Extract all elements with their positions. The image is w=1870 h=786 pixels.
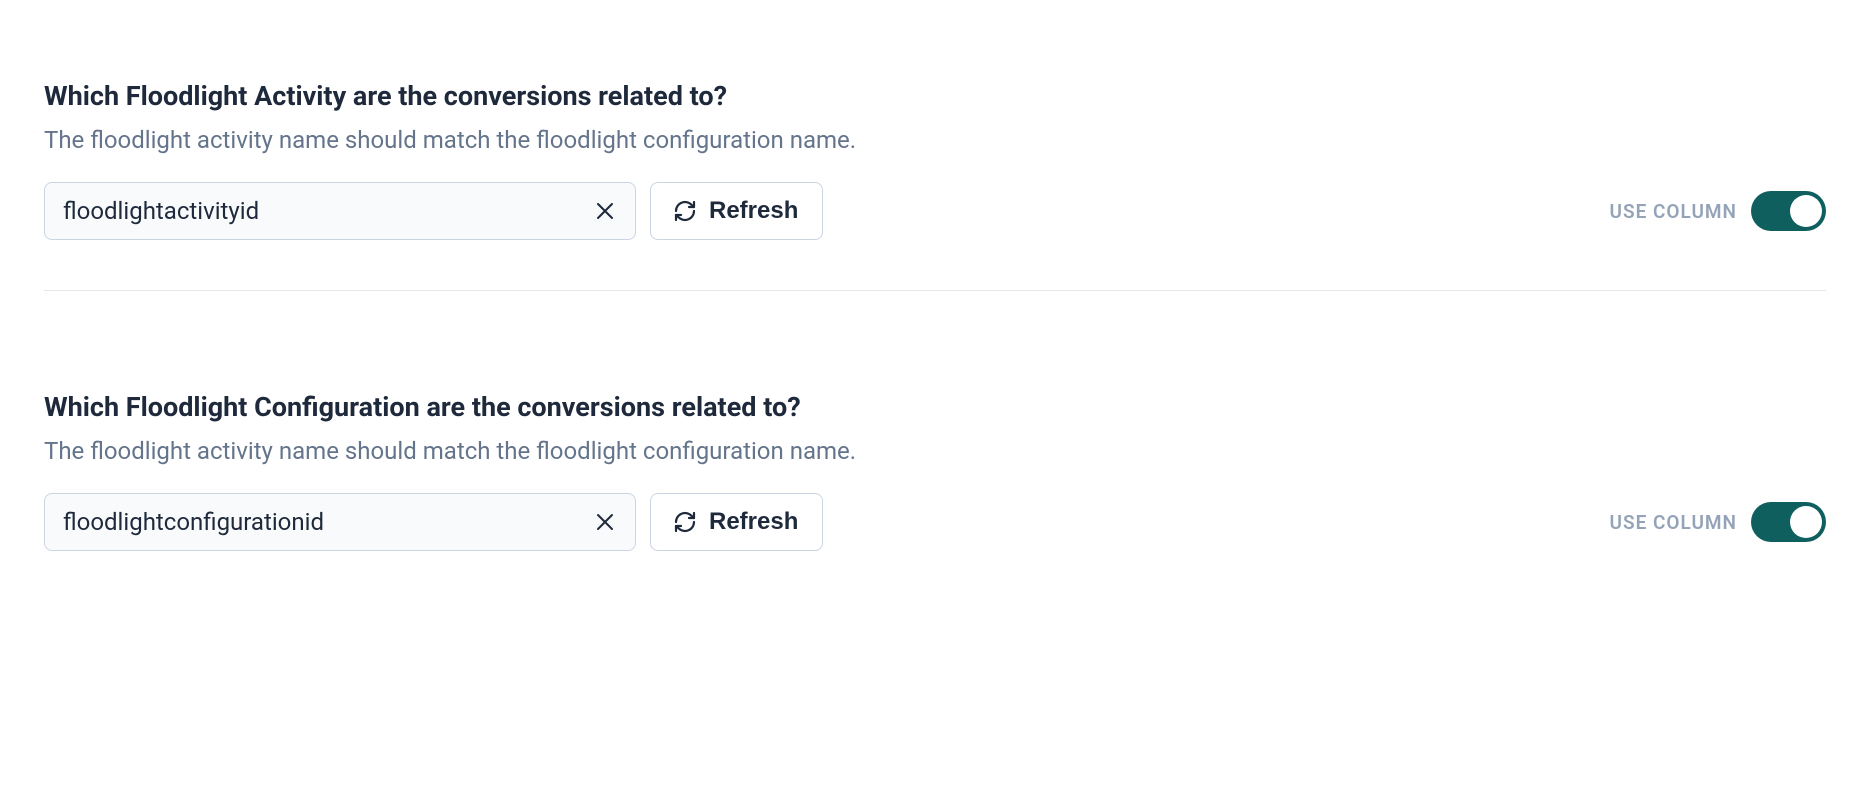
toggle-knob (1790, 506, 1822, 538)
floodlight-activity-section: Which Floodlight Activity are the conver… (44, 80, 1826, 290)
toggle-knob (1790, 195, 1822, 227)
select-value: floodlightconfigurationid (63, 508, 593, 536)
section-subtext: The floodlight activity name should matc… (44, 126, 1826, 154)
divider (44, 290, 1826, 291)
select-value: floodlightactivityid (63, 197, 593, 225)
controls-row: floodlightactivityid Refresh USE COLUMN (44, 182, 1826, 240)
floodlight-configuration-select[interactable]: floodlightconfigurationid (44, 493, 636, 551)
use-column-toggle[interactable] (1751, 502, 1826, 542)
controls-row: floodlightconfigurationid Refresh USE CO… (44, 493, 1826, 551)
toggle-label: USE COLUMN (1610, 511, 1738, 534)
refresh-label: Refresh (709, 197, 798, 225)
use-column-toggle[interactable] (1751, 191, 1826, 231)
use-column-toggle-group: USE COLUMN (1610, 502, 1827, 542)
refresh-icon (673, 199, 697, 223)
refresh-icon (673, 510, 697, 534)
section-heading: Which Floodlight Activity are the conver… (44, 80, 1826, 112)
close-icon (596, 202, 614, 220)
refresh-button[interactable]: Refresh (650, 493, 823, 551)
section-heading: Which Floodlight Configuration are the c… (44, 391, 1826, 423)
use-column-toggle-group: USE COLUMN (1610, 191, 1827, 231)
clear-button[interactable] (593, 199, 617, 223)
section-subtext: The floodlight activity name should matc… (44, 437, 1826, 465)
clear-button[interactable] (593, 510, 617, 534)
refresh-button[interactable]: Refresh (650, 182, 823, 240)
floodlight-activity-select[interactable]: floodlightactivityid (44, 182, 636, 240)
close-icon (596, 513, 614, 531)
refresh-label: Refresh (709, 508, 798, 536)
toggle-label: USE COLUMN (1610, 200, 1738, 223)
floodlight-configuration-section: Which Floodlight Configuration are the c… (44, 391, 1826, 601)
